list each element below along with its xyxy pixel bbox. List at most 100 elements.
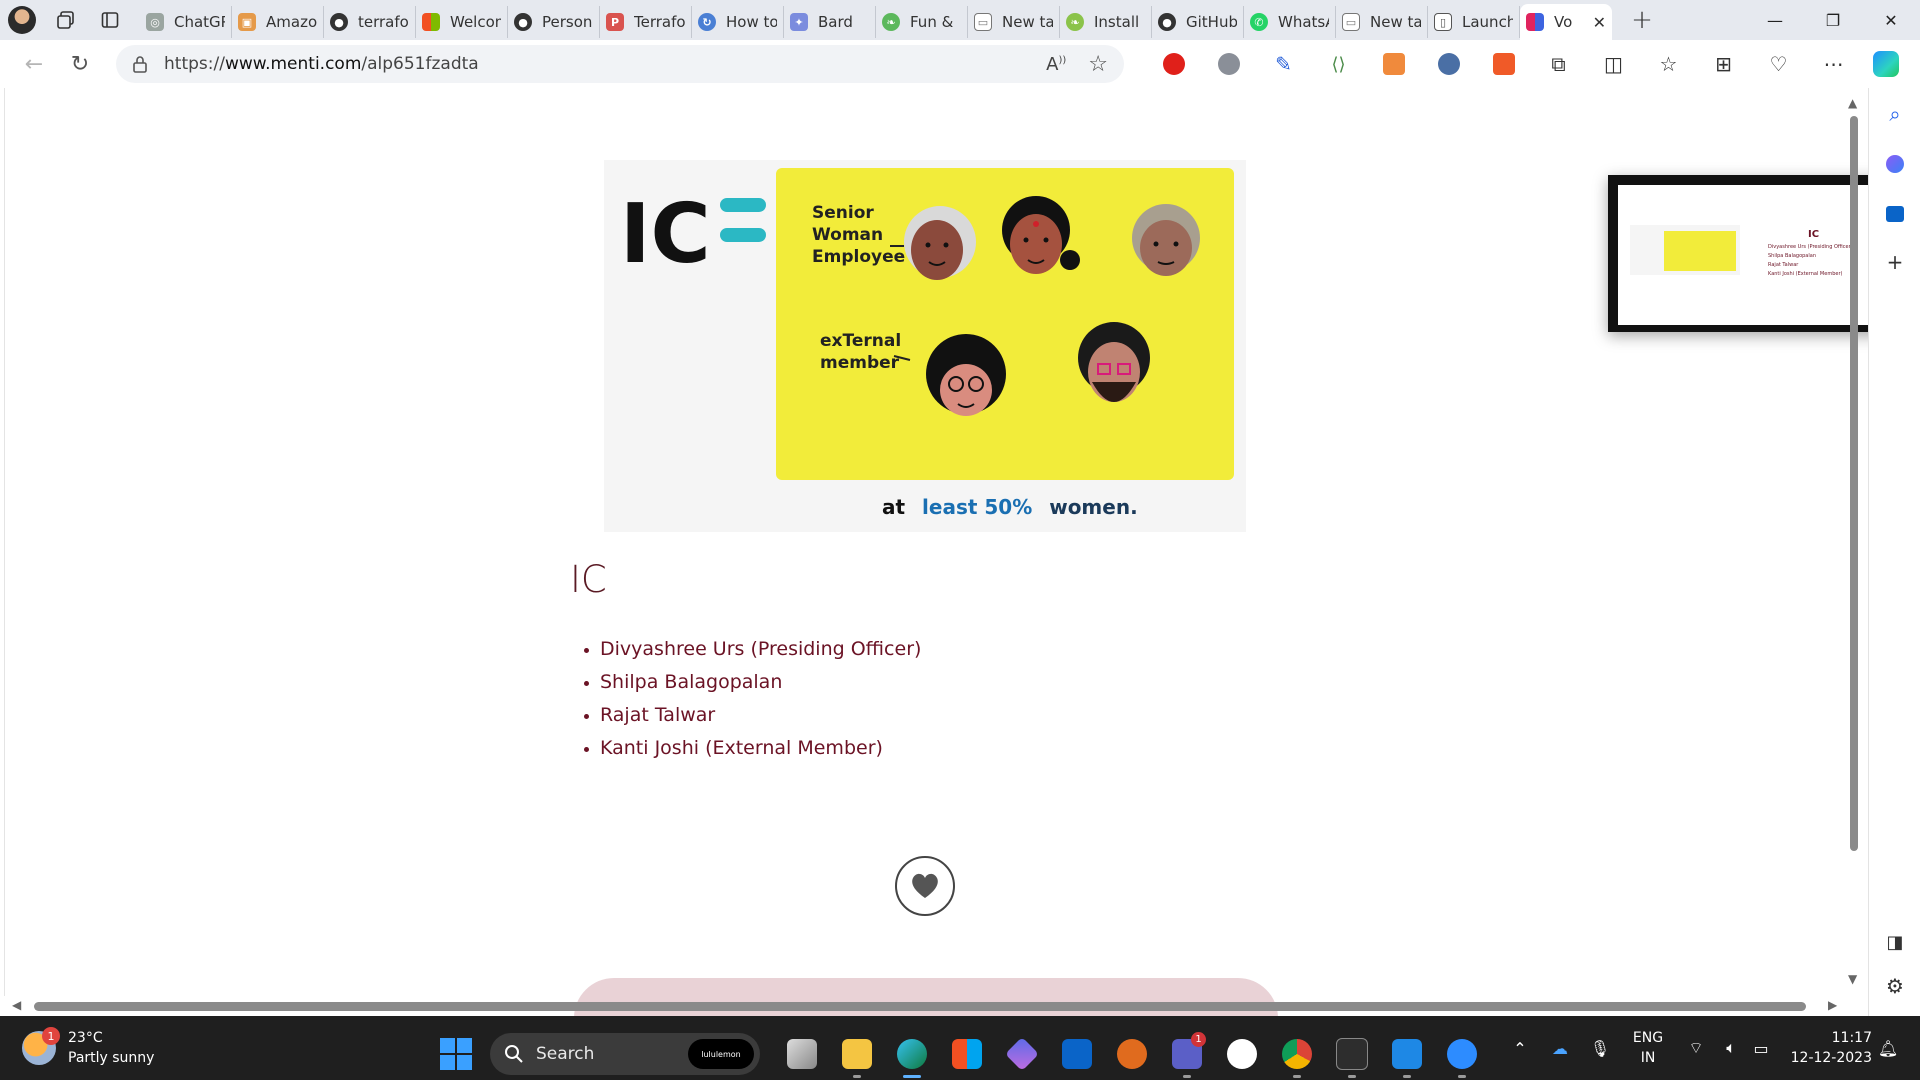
browser-tab[interactable]: ▭New tab bbox=[1336, 6, 1428, 38]
vscode-button[interactable] bbox=[1379, 1026, 1434, 1082]
tab-actions-button[interactable] bbox=[88, 0, 132, 40]
horizontal-scrollbar[interactable]: ◀ ▶ bbox=[10, 996, 1846, 1016]
outlook-button[interactable] bbox=[1049, 1026, 1104, 1082]
sidebar-hide-button[interactable]: ◨ bbox=[1881, 928, 1909, 956]
browser-tab[interactable]: ▭New tab bbox=[968, 6, 1060, 38]
info-app-button[interactable] bbox=[1104, 1026, 1159, 1082]
show-hidden-icons-button[interactable]: ⌃ bbox=[1500, 1039, 1540, 1058]
footer-suffix: women. bbox=[1049, 495, 1137, 519]
code-extension-button[interactable]: ⟨⟩ bbox=[1311, 44, 1366, 84]
close-tab-icon[interactable]: ✕ bbox=[1593, 13, 1606, 32]
store-button[interactable] bbox=[939, 1026, 994, 1082]
taskbar-search[interactable]: Search lululemon bbox=[490, 1033, 760, 1075]
back-button[interactable]: ← bbox=[12, 44, 56, 84]
collections-icon: ⊞ bbox=[1715, 52, 1732, 76]
workspaces-button[interactable] bbox=[44, 0, 88, 40]
sync-icon: ↻ bbox=[698, 13, 716, 31]
terminal-button[interactable] bbox=[1324, 1026, 1379, 1082]
browser-tab-active[interactable]: Vo ✕ bbox=[1520, 4, 1612, 40]
browser-tab[interactable]: ◎ChatGPT bbox=[140, 6, 232, 38]
search-icon bbox=[505, 1045, 523, 1063]
url-text: https://www.menti.com/alp651fzadta bbox=[164, 54, 479, 74]
copilot-icon[interactable] bbox=[1873, 51, 1899, 77]
member-list: Divyashree Urs (Presiding Officer) Shilp… bbox=[583, 633, 921, 765]
favorite-star-icon[interactable]: ☆ bbox=[1088, 52, 1108, 77]
start-button[interactable] bbox=[440, 1038, 472, 1070]
browser-tab[interactable]: ❧ Fun & bbox=[876, 6, 968, 38]
task-view-icon bbox=[786, 1039, 817, 1069]
edge-button[interactable] bbox=[884, 1026, 939, 1082]
copilot-taskbar-icon bbox=[1004, 1037, 1039, 1071]
notifications-button[interactable]: 🔔︎ bbox=[1872, 1039, 1904, 1058]
person-extension-button[interactable] bbox=[1366, 44, 1421, 84]
browser-tab[interactable]: ✦ Bard bbox=[784, 6, 876, 38]
openai-icon: ◎ bbox=[146, 13, 164, 31]
weather-condition: Partly sunny bbox=[68, 1050, 155, 1066]
browser-tab[interactable]: ●terraform bbox=[324, 6, 416, 38]
scroll-up-icon[interactable]: ▲ bbox=[1848, 96, 1857, 110]
browser-tab[interactable]: Welcome bbox=[416, 6, 508, 38]
wifi-button[interactable]: ⌔ bbox=[1676, 1038, 1716, 1058]
sidebar-search-button[interactable]: ⌕ bbox=[1881, 100, 1909, 128]
weather-widget[interactable]: 1 23°C Partly sunny bbox=[22, 1027, 155, 1068]
clock[interactable]: 11:17 12-12-2023 bbox=[1782, 1028, 1872, 1068]
screen-extension-button[interactable] bbox=[1421, 44, 1476, 84]
browser-tab[interactable]: ▣Amazon bbox=[232, 6, 324, 38]
onedrive-button[interactable]: ☁ bbox=[1540, 1039, 1580, 1058]
vertical-scroll-thumb[interactable] bbox=[1850, 116, 1858, 851]
opera-extension-button[interactable] bbox=[1146, 44, 1201, 84]
url-path: /alp651fzadta bbox=[361, 54, 479, 74]
sidebar-settings-button[interactable]: ⚙ bbox=[1881, 972, 1909, 1000]
browser-tab[interactable]: ●Personal bbox=[508, 6, 600, 38]
box-extension-icon bbox=[1492, 53, 1515, 75]
edge-sidebar: ⌕ + ◨ ⚙ bbox=[1868, 88, 1920, 1016]
teams-button[interactable]: 1 bbox=[1159, 1026, 1214, 1082]
address-bar[interactable]: https://www.menti.com/alp651fzadta A)) ☆ bbox=[116, 45, 1124, 83]
minimize-button[interactable]: — bbox=[1746, 0, 1804, 40]
microphone-button[interactable]: 🎙︎ bbox=[1580, 1039, 1620, 1058]
grammarly-extension-button[interactable] bbox=[1201, 44, 1256, 84]
browser-tab[interactable]: ● GitHub bbox=[1152, 6, 1244, 38]
copilot-taskbar-button[interactable] bbox=[994, 1026, 1049, 1082]
settings-menu-button[interactable]: ⋯ bbox=[1806, 44, 1861, 84]
sidebar-add-button[interactable]: + bbox=[1881, 248, 1909, 276]
zoom-button[interactable] bbox=[1434, 1026, 1489, 1082]
horizontal-scroll-thumb[interactable] bbox=[34, 1002, 1806, 1011]
restore-button[interactable]: ❐ bbox=[1804, 0, 1862, 40]
orange-extension-button[interactable] bbox=[1476, 44, 1531, 84]
store-icon bbox=[951, 1039, 982, 1069]
file-explorer-button[interactable] bbox=[829, 1026, 884, 1082]
favorites-button[interactable]: ☆ bbox=[1641, 44, 1696, 84]
scroll-right-icon[interactable]: ▶ bbox=[1828, 998, 1837, 1012]
browser-tab[interactable]: ❧ Install bbox=[1060, 6, 1152, 38]
chrome-button[interactable] bbox=[1269, 1026, 1324, 1082]
profile-button[interactable] bbox=[0, 0, 44, 40]
scroll-left-icon[interactable]: ◀ bbox=[12, 998, 21, 1012]
browser-tab[interactable]: ↻ How to bbox=[692, 6, 784, 38]
language-indicator[interactable]: ENG IN bbox=[1620, 1028, 1676, 1068]
new-tab-button[interactable]: + bbox=[1620, 0, 1664, 40]
split-screen-button[interactable]: ◫ bbox=[1586, 44, 1641, 84]
browser-essentials-button[interactable]: ♡ bbox=[1751, 44, 1806, 84]
scroll-down-icon[interactable]: ▼ bbox=[1848, 972, 1857, 986]
volume-button[interactable]: 🔈︎ bbox=[1716, 1038, 1746, 1058]
refresh-button[interactable]: ↻ bbox=[58, 44, 102, 84]
battery-button[interactable]: ▭ bbox=[1746, 1039, 1776, 1058]
document-icon: ▯ bbox=[1434, 13, 1452, 31]
browser-tab[interactable]: PTerraform bbox=[600, 6, 692, 38]
browser-tab[interactable]: ✆WhatsApp bbox=[1244, 6, 1336, 38]
vertical-scrollbar[interactable]: ▲ ▼ bbox=[1846, 96, 1858, 986]
pen-icon: ✎ bbox=[1275, 52, 1292, 76]
read-aloud-icon[interactable]: A)) bbox=[1046, 54, 1066, 75]
task-view-button[interactable] bbox=[774, 1026, 829, 1082]
extensions-button[interactable]: ⧉ bbox=[1531, 44, 1586, 84]
uber-app-button[interactable] bbox=[1214, 1026, 1269, 1082]
close-window-button[interactable]: ✕ bbox=[1862, 0, 1920, 40]
u-app-icon bbox=[1226, 1039, 1257, 1069]
sidebar-outlook-button[interactable] bbox=[1881, 200, 1909, 228]
reaction-heart-button[interactable] bbox=[895, 856, 955, 916]
sidebar-copilot-button[interactable] bbox=[1881, 150, 1909, 178]
pen-extension-button[interactable]: ✎ bbox=[1256, 44, 1311, 84]
collections-button[interactable]: ⊞ bbox=[1696, 44, 1751, 84]
browser-tab[interactable]: ▯ Launch bbox=[1428, 6, 1520, 38]
